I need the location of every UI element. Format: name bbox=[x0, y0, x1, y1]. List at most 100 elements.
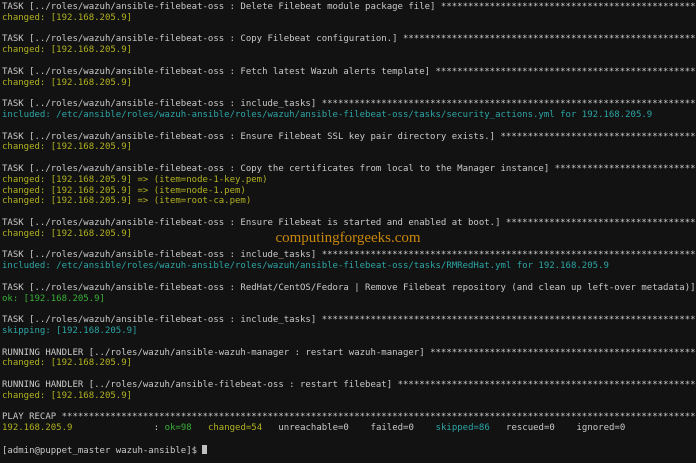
recap-rescued: rescued=0 bbox=[506, 423, 555, 434]
shell-prompt: [admin@puppet_master wazuh-ansible]$ bbox=[2, 445, 203, 456]
terminal-line: changed: [192.168.205.9] bbox=[2, 13, 696, 24]
asterisk-fill: ************************** bbox=[554, 163, 696, 174]
recap-gap bbox=[192, 423, 208, 433]
recap-ignored: ignored=0 bbox=[576, 423, 626, 434]
terminal-line: TASK [../roles/wazuh/ansible-filebeat-os… bbox=[2, 315, 696, 326]
asterisk-fill: ****************************************… bbox=[321, 99, 696, 110]
status-changed: changed: [192.168.205.9] bbox=[2, 77, 133, 88]
terminal-line: changed: [192.168.205.9] bbox=[2, 391, 696, 402]
terminal-line: TASK [../roles/wazuh/ansible-filebeat-os… bbox=[2, 2, 696, 13]
asterisk-fill: ****************************************… bbox=[61, 412, 696, 423]
status-changed: changed: [192.168.205.9] => (item=node-1… bbox=[2, 174, 268, 185]
status-changed: changed: [192.168.205.9] => (item=node-1… bbox=[2, 185, 246, 196]
recap-changed: changed=54 bbox=[207, 423, 263, 434]
status-skipping: skipping: [192.168.205.9] bbox=[2, 325, 138, 336]
terminal-line: changed: [192.168.205.9] bbox=[2, 358, 696, 369]
status-changed: changed: [192.168.205.9] bbox=[2, 142, 133, 153]
handler-header: RUNNING HANDLER [../roles/wazuh/ansible-… bbox=[2, 347, 431, 358]
task-header: TASK [../roles/wazuh/ansible-filebeat-os… bbox=[2, 250, 322, 261]
recap-gap bbox=[349, 423, 371, 433]
terminal-line: TASK [../roles/wazuh/ansible-filebeat-os… bbox=[2, 67, 696, 78]
recap-gap bbox=[555, 423, 577, 433]
terminal-line: TASK [../roles/wazuh/ansible-filebeat-os… bbox=[2, 283, 696, 294]
recap-ok: ok=98 bbox=[164, 423, 192, 434]
terminal-line: changed: [192.168.205.9] bbox=[2, 142, 696, 153]
recap-unreachable: unreachable=0 bbox=[278, 423, 349, 434]
terminal-line: included: /etc/ansible/roles/wazuh-ansib… bbox=[2, 261, 696, 272]
asterisk-fill: ****************************************… bbox=[402, 34, 696, 45]
terminal-line: TASK [../roles/wazuh/ansible-filebeat-os… bbox=[2, 164, 696, 175]
task-header: TASK [../roles/wazuh/ansible-filebeat-os… bbox=[2, 99, 322, 110]
task-header: TASK [../roles/wazuh/ansible-filebeat-os… bbox=[2, 34, 403, 45]
asterisk-fill: ****************************************… bbox=[430, 347, 696, 358]
terminal-output: TASK [../roles/wazuh/ansible-filebeat-os… bbox=[2, 2, 696, 455]
asterisk-fill: ****************************************… bbox=[321, 250, 696, 261]
recap-gap bbox=[414, 423, 436, 433]
status-changed: changed: [192.168.205.9] bbox=[2, 45, 133, 56]
terminal-line: ok: [192.168.205.9] bbox=[2, 294, 696, 305]
task-header: TASK [../roles/wazuh/ansible-filebeat-os… bbox=[2, 217, 506, 228]
asterisk-fill: ****************************************… bbox=[435, 66, 696, 77]
recap-host: 192.168.205.9 bbox=[2, 423, 73, 434]
terminal-line: changed: [192.168.205.9] bbox=[2, 45, 696, 56]
task-header: TASK [../roles/wazuh/ansible-filebeat-os… bbox=[2, 131, 501, 142]
task-header: TASK [../roles/wazuh/ansible-filebeat-os… bbox=[2, 66, 436, 77]
task-header: TASK [../roles/wazuh/ansible-filebeat-os… bbox=[2, 282, 696, 293]
task-header: TASK [../roles/wazuh/ansible-filebeat-os… bbox=[2, 163, 555, 174]
terminal-screen[interactable]: TASK [../roles/wazuh/ansible-filebeat-os… bbox=[0, 0, 696, 463]
terminal-line: changed: [192.168.205.9] => (item=node-1… bbox=[2, 186, 696, 197]
asterisk-fill: *********************************** bbox=[505, 217, 696, 228]
status-changed: changed: [192.168.205.9] bbox=[2, 12, 133, 23]
task-header: TASK [../roles/wazuh/ansible-filebeat-os… bbox=[2, 315, 322, 326]
recap-skipped: skipped=86 bbox=[435, 423, 490, 434]
terminal-line: RUNNING HANDLER [../roles/wazuh/ansible-… bbox=[2, 380, 696, 391]
asterisk-fill: ****************************************… bbox=[440, 2, 696, 12]
status-changed: changed: [192.168.205.9] => (item=root-c… bbox=[2, 196, 252, 207]
terminal-line: [admin@puppet_master wazuh-ansible]$ bbox=[2, 444, 696, 456]
status-included: included: /etc/ansible/roles/wazuh-ansib… bbox=[2, 109, 653, 120]
terminal-line: TASK [../roles/wazuh/ansible-filebeat-os… bbox=[2, 250, 696, 261]
terminal-line: 192.168.205.9 : ok=98 changed=54 unreach… bbox=[2, 423, 696, 434]
asterisk-fill: ****************************************… bbox=[321, 315, 696, 326]
play-recap-header: PLAY RECAP bbox=[2, 412, 62, 423]
asterisk-fill: ************************************ bbox=[500, 131, 696, 142]
status-changed: changed: [192.168.205.9] bbox=[2, 390, 133, 401]
terminal-line: TASK [../roles/wazuh/ansible-filebeat-os… bbox=[2, 132, 696, 143]
terminal-line: TASK [../roles/wazuh/ansible-filebeat-os… bbox=[2, 34, 696, 45]
asterisk-fill: ****************************************… bbox=[397, 379, 696, 390]
terminal-cursor bbox=[202, 444, 208, 454]
terminal-line: TASK [../roles/wazuh/ansible-filebeat-os… bbox=[2, 99, 696, 110]
recap-gap bbox=[262, 423, 278, 433]
terminal-line: skipping: [192.168.205.9] bbox=[2, 326, 696, 337]
status-changed: changed: [192.168.205.9] bbox=[2, 228, 133, 239]
task-header: TASK [../roles/wazuh/ansible-filebeat-os… bbox=[2, 2, 441, 12]
terminal-line: included: /etc/ansible/roles/wazuh-ansib… bbox=[2, 110, 696, 121]
terminal-line: RUNNING HANDLER [../roles/wazuh/ansible-… bbox=[2, 348, 696, 359]
recap-failed: failed=0 bbox=[370, 423, 414, 434]
terminal-line: changed: [192.168.205.9] => (item=node-1… bbox=[2, 175, 696, 186]
handler-header: RUNNING HANDLER [../roles/wazuh/ansible-… bbox=[2, 379, 398, 390]
terminal-line: changed: [192.168.205.9] bbox=[2, 78, 696, 89]
terminal-line: changed: [192.168.205.9] => (item=root-c… bbox=[2, 196, 696, 207]
terminal-line: PLAY RECAP *****************************… bbox=[2, 412, 696, 423]
status-changed: changed: [192.168.205.9] bbox=[2, 358, 133, 369]
recap-gap bbox=[490, 423, 506, 433]
recap-separator: : bbox=[72, 423, 165, 434]
terminal-line: TASK [../roles/wazuh/ansible-filebeat-os… bbox=[2, 218, 696, 229]
terminal-line: changed: [192.168.205.9] bbox=[2, 229, 696, 240]
status-ok: ok: [192.168.205.9] bbox=[2, 293, 105, 304]
status-included: included: /etc/ansible/roles/wazuh-ansib… bbox=[2, 261, 609, 272]
